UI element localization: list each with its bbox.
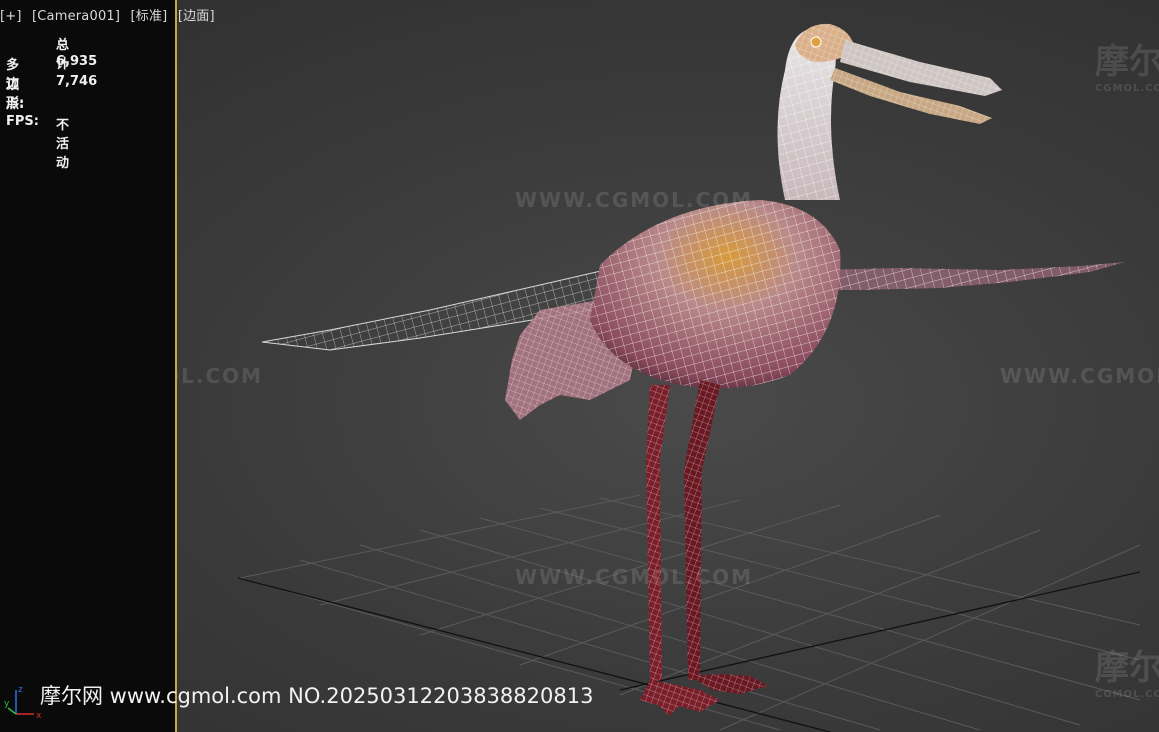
eye: [810, 36, 822, 48]
viewport-camera-menu[interactable]: [Camera001]: [32, 9, 120, 24]
footer-watermark: 摩尔网 www.cgmol.com NO.2025031220383882081…: [40, 684, 594, 708]
watermark-url: WWW.CGMOL.COM: [515, 565, 754, 589]
viewport-shading-menu[interactable]: [标准]: [131, 9, 168, 24]
axis-z-label: z: [18, 685, 23, 695]
watermark-url: WWW.CGMOL.COM: [1000, 364, 1159, 388]
axis-x-label: x: [36, 711, 42, 721]
fps-value: 不活动: [56, 118, 70, 171]
axis-y-label: y: [4, 699, 10, 709]
stat-label: 顶点:: [6, 78, 25, 112]
viewport-label-menu[interactable]: [+] [Camera001] [标准] [边面]: [0, 5, 221, 24]
viewport-display-menu[interactable]: [边面]: [178, 9, 215, 24]
viewport-plus-menu[interactable]: [+]: [0, 9, 22, 24]
stat-value: 6,935: [56, 54, 98, 69]
watermark-logo: 摩尔网CGMOL.COM: [1095, 648, 1159, 700]
legs: [640, 380, 768, 716]
viewport-border: [175, 0, 177, 732]
stat-value: 7,746: [56, 74, 98, 89]
axis-gizmo-icon: x y z: [4, 685, 42, 721]
fps-label: FPS:: [6, 114, 39, 129]
watermark-logo: 摩尔网CGMOL.COM: [1095, 42, 1159, 94]
stats-panel: [0, 0, 175, 732]
watermark-url: WWW.CGMOL.COM: [515, 188, 754, 212]
